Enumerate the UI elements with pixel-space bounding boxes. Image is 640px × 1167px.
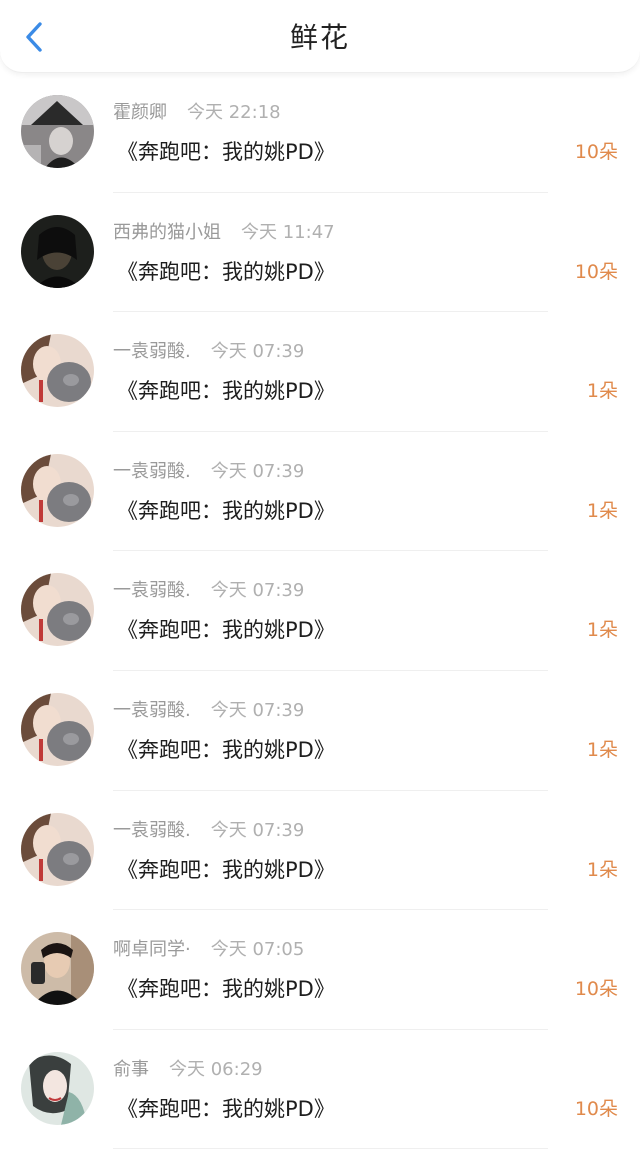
username: 一袁弱酸. [113, 819, 191, 841]
flower-count: 1朵 [586, 619, 618, 642]
flower-count: 1朵 [586, 858, 618, 881]
timestamp: 今天 07:39 [210, 580, 305, 602]
gift-title: 《奔跑吧：我的姚PD》 [117, 618, 335, 643]
timestamp: 今天 06:29 [169, 1058, 263, 1080]
gift-title: 《奔跑吧：我的姚PD》 [117, 259, 335, 284]
gift-title: 《奔跑吧：我的姚PD》 [117, 498, 335, 523]
item-meta: 一袁弱酸. 今天 07:39 [113, 819, 304, 843]
timestamp: 今天 07:05 [210, 939, 305, 961]
avatar[interactable] [21, 95, 94, 168]
flower-count: 1朵 [586, 380, 618, 403]
avatar[interactable] [21, 1051, 94, 1125]
username: 霍颜卿 [113, 102, 167, 123]
flower-count: 1朵 [586, 499, 618, 522]
gift-title: 《奔跑吧：我的姚PD》 [117, 977, 335, 1002]
avatar[interactable] [21, 812, 94, 886]
item-meta: 一袁弱酸. 今天 07:39 [113, 699, 304, 723]
avatar[interactable] [21, 932, 94, 1006]
list-item[interactable]: 西弗的猫小姐 今天 11:47 《奔跑吧：我的姚PD》 10朵 [0, 193, 640, 313]
list-item[interactable]: 啊卓同学· 今天 07:05 《奔跑吧：我的姚PD》 10朵 [0, 910, 640, 1030]
username: 西弗的猫小姐 [113, 221, 221, 243]
gift-title: 《奔跑吧：我的姚PD》 [117, 857, 335, 882]
avatar[interactable] [21, 334, 94, 408]
username: 一袁弱酸. [113, 699, 191, 721]
list-item[interactable]: 一袁弱酸. 今天 07:39 《奔跑吧：我的姚PD》 1朵 [0, 432, 640, 552]
timestamp: 今天 07:39 [210, 460, 305, 482]
item-meta: 一袁弱酸. 今天 07:39 [113, 340, 304, 364]
timestamp: 今天 11:47 [241, 221, 335, 243]
item-meta: 俞事 今天 06:29 [113, 1058, 263, 1082]
list-item[interactable]: 俞事 今天 06:29 《奔跑吧：我的姚PD》 10朵 [0, 1030, 640, 1150]
username: 一袁弱酸. [113, 580, 191, 602]
item-meta: 一袁弱酸. 今天 07:39 [113, 579, 304, 603]
avatar[interactable] [21, 214, 94, 288]
gift-title: 《奔跑吧：我的姚PD》 [117, 140, 335, 164]
timestamp: 今天 07:39 [210, 341, 305, 363]
flower-count: 10朵 [574, 141, 618, 163]
username: 一袁弱酸. [113, 341, 191, 363]
top-bar: 鲜花 [0, 0, 640, 73]
timestamp: 今天 22:18 [187, 102, 281, 123]
gift-title: 《奔跑吧：我的姚PD》 [117, 379, 335, 404]
list-item[interactable]: 一袁弱酸. 今天 07:39 《奔跑吧：我的姚PD》 1朵 [0, 671, 640, 791]
item-meta: 一袁弱酸. 今天 07:39 [113, 460, 304, 484]
list-item[interactable]: 霍颜卿 今天 22:18 《奔跑吧：我的姚PD》 10朵 [0, 73, 640, 193]
avatar[interactable] [21, 692, 94, 766]
list-item[interactable]: 一袁弱酸. 今天 07:39 《奔跑吧：我的姚PD》 1朵 [0, 791, 640, 911]
item-meta: 霍颜卿 今天 22:18 [113, 101, 281, 125]
list-item[interactable]: 一袁弱酸. 今天 07:39 《奔跑吧：我的姚PD》 1朵 [0, 312, 640, 432]
divider [113, 1148, 548, 1150]
item-meta: 西弗的猫小姐 今天 11:47 [113, 221, 335, 245]
username: 啊卓同学· [113, 939, 191, 961]
flower-count: 10朵 [574, 260, 618, 283]
gift-title: 《奔跑吧：我的姚PD》 [117, 737, 335, 762]
flower-list: 霍颜卿 今天 22:18 《奔跑吧：我的姚PD》 10朵 西弗的猫小姐 今天 11:… [0, 73, 640, 1150]
flower-count: 10朵 [574, 1097, 618, 1120]
timestamp: 今天 07:39 [210, 699, 305, 721]
item-meta: 啊卓同学· 今天 07:05 [113, 938, 304, 962]
username: 一袁弱酸. [113, 460, 191, 482]
flower-count: 1朵 [586, 738, 618, 761]
list-item[interactable]: 一袁弱酸. 今天 07:39 《奔跑吧：我的姚PD》 1朵 [0, 551, 640, 671]
flower-count: 10朵 [574, 978, 618, 1001]
gift-title: 《奔跑吧：我的姚PD》 [117, 1096, 335, 1121]
page-title: 鲜花 [289, 21, 350, 54]
timestamp: 今天 07:39 [210, 819, 305, 841]
username: 俞事 [113, 1058, 149, 1080]
avatar[interactable] [21, 453, 94, 527]
avatar[interactable] [21, 573, 94, 647]
